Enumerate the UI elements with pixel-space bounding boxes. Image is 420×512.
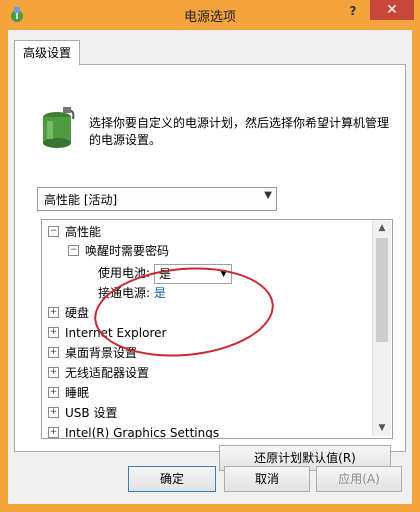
battery-plug-icon xyxy=(43,107,75,148)
scrollbar-thumb[interactable] xyxy=(376,238,388,342)
window-frame: 电源选项 ? ✕ 高级设置 选择你要自定义的电源计划，然后选择你希望计算机管理的… xyxy=(0,0,420,512)
title-bar[interactable]: 电源选项 ? ✕ xyxy=(0,0,420,28)
collapse-icon[interactable]: − xyxy=(48,226,59,237)
expand-icon[interactable]: + xyxy=(48,327,59,338)
tree-node-intel-graphics[interactable]: + Intel(R) Graphics Settings xyxy=(48,424,220,439)
expand-icon[interactable]: + xyxy=(48,427,59,438)
ok-button[interactable]: 确定 xyxy=(128,466,216,492)
plan-description: 选择你要自定义的电源计划，然后选择你希望计算机管理的电源设置。 xyxy=(89,116,390,147)
tree-node-label: 桌面背景设置 xyxy=(65,346,138,360)
tree-node-label: Internet Explorer xyxy=(65,326,167,340)
tree-scrollbar[interactable]: ▲ ▼ xyxy=(372,220,391,436)
expand-icon[interactable]: + xyxy=(48,407,59,418)
tree-node-high-performance[interactable]: − 高性能 xyxy=(48,223,101,241)
tree-node-label: 硬盘 xyxy=(65,306,90,320)
apply-button[interactable]: 应用(A) xyxy=(316,466,402,492)
expand-icon[interactable]: + xyxy=(48,347,59,358)
tree-node-label: Intel(R) Graphics Settings xyxy=(65,426,220,439)
tree-node-hard-disk[interactable]: + 硬盘 xyxy=(48,304,89,322)
chevron-down-icon: ▼ xyxy=(264,190,272,201)
tree-node-usb-settings[interactable]: + USB 设置 xyxy=(48,404,117,422)
collapse-icon[interactable]: − xyxy=(68,245,79,256)
tree-node-label: USB 设置 xyxy=(65,406,118,420)
power-plan-select[interactable]: 高性能 [活动] ▼ xyxy=(37,187,277,211)
on-battery-value: 是 xyxy=(159,267,172,281)
dialog-body: 高级设置 选择你要自定义的电源计划，然后选择你希望计算机管理的电源设置。 高性能… xyxy=(8,30,412,504)
expand-icon[interactable]: + xyxy=(48,387,59,398)
tree-node-internet-explorer[interactable]: + Internet Explorer xyxy=(48,324,166,342)
on-battery-label: 使用电池: xyxy=(98,266,151,280)
chevron-down-icon: ▼ xyxy=(220,269,227,279)
plugged-in-value[interactable]: 是 xyxy=(154,286,166,300)
on-battery-select[interactable]: 是 ▼ xyxy=(154,264,232,284)
expand-icon[interactable]: + xyxy=(48,367,59,378)
tab-advanced-settings[interactable]: 高级设置 xyxy=(14,40,80,65)
tree-node-wake-password[interactable]: − 唤醒时需要密码 xyxy=(68,242,169,260)
help-button[interactable]: ? xyxy=(338,0,368,22)
power-plan-value: 高性能 [活动] xyxy=(44,193,118,207)
tree-node-label: 高性能 xyxy=(65,225,102,239)
tree-node-sleep[interactable]: + 睡眠 xyxy=(48,384,89,402)
settings-tree[interactable]: − 高性能 − 唤醒时需要密码 使用电池: 是 ▼ 接通电源: 是 + 硬盘 +… xyxy=(41,219,393,439)
tree-node-label: 唤醒时需要密码 xyxy=(85,244,170,258)
scroll-up-icon[interactable]: ▲ xyxy=(373,220,391,236)
tree-node-label: 睡眠 xyxy=(65,386,90,400)
tree-node-label: 无线适配器设置 xyxy=(65,366,150,380)
tree-node-wireless-adapter[interactable]: + 无线适配器设置 xyxy=(48,364,149,382)
setting-on-battery: 使用电池: xyxy=(98,264,150,282)
scroll-down-icon[interactable]: ▼ xyxy=(373,420,391,436)
expand-icon[interactable]: + xyxy=(48,307,59,318)
tab-panel: 选择你要自定义的电源计划，然后选择你希望计算机管理的电源设置。 高性能 [活动]… xyxy=(14,64,406,471)
close-button[interactable]: ✕ xyxy=(370,0,414,20)
setting-plugged-in[interactable]: 接通电源: 是 xyxy=(98,284,166,302)
cancel-button[interactable]: 取消 xyxy=(224,466,310,492)
tree-node-desktop-background[interactable]: + 桌面背景设置 xyxy=(48,344,137,362)
plugged-in-label: 接通电源: xyxy=(98,286,151,300)
